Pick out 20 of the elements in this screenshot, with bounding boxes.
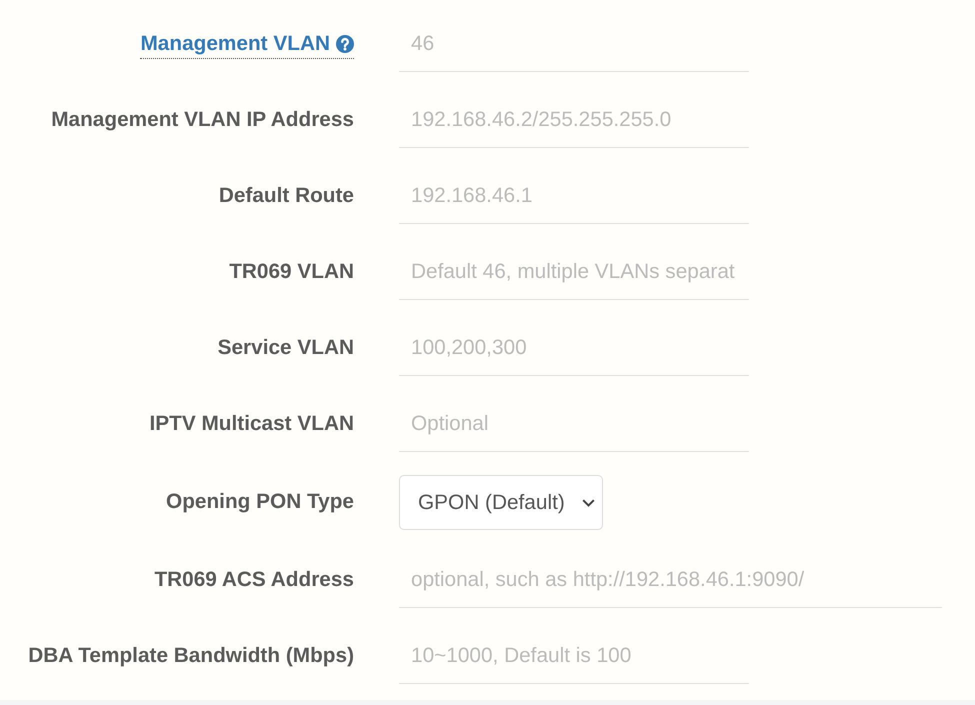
field-label: Default Route: [218, 184, 354, 208]
field-label: TR069 ACS Address: [154, 568, 354, 592]
field-label: TR069 VLAN: [229, 260, 354, 284]
help-icon: [336, 35, 354, 53]
field-label: Opening PON Type: [166, 490, 354, 514]
field-label: IPTV Multicast VLAN: [149, 412, 354, 436]
input-field[interactable]: optional, such as http://192.168.46.1:9090/: [399, 552, 942, 608]
input-field[interactable]: 192.168.46.1: [399, 168, 749, 224]
input-field[interactable]: Optional: [399, 396, 749, 452]
input-field[interactable]: Default 46, multiple VLANs separat: [399, 244, 749, 300]
field-label: Management VLAN IP Address: [51, 108, 354, 132]
field-label: Service VLAN: [218, 336, 354, 360]
field-label: DBA Template Bandwidth (Mbps): [28, 644, 354, 668]
input-field[interactable]: 46: [399, 16, 749, 72]
help-label[interactable]: Management VLAN: [140, 32, 354, 59]
dropdown-select[interactable]: GPON (Default): [399, 475, 603, 530]
chevron-down-icon: [582, 498, 595, 506]
input-field[interactable]: 100,200,300: [399, 320, 749, 376]
input-field[interactable]: 192.168.46.2/255.255.255.0: [399, 92, 749, 148]
input-field[interactable]: 10~1000, Default is 100: [399, 628, 749, 684]
